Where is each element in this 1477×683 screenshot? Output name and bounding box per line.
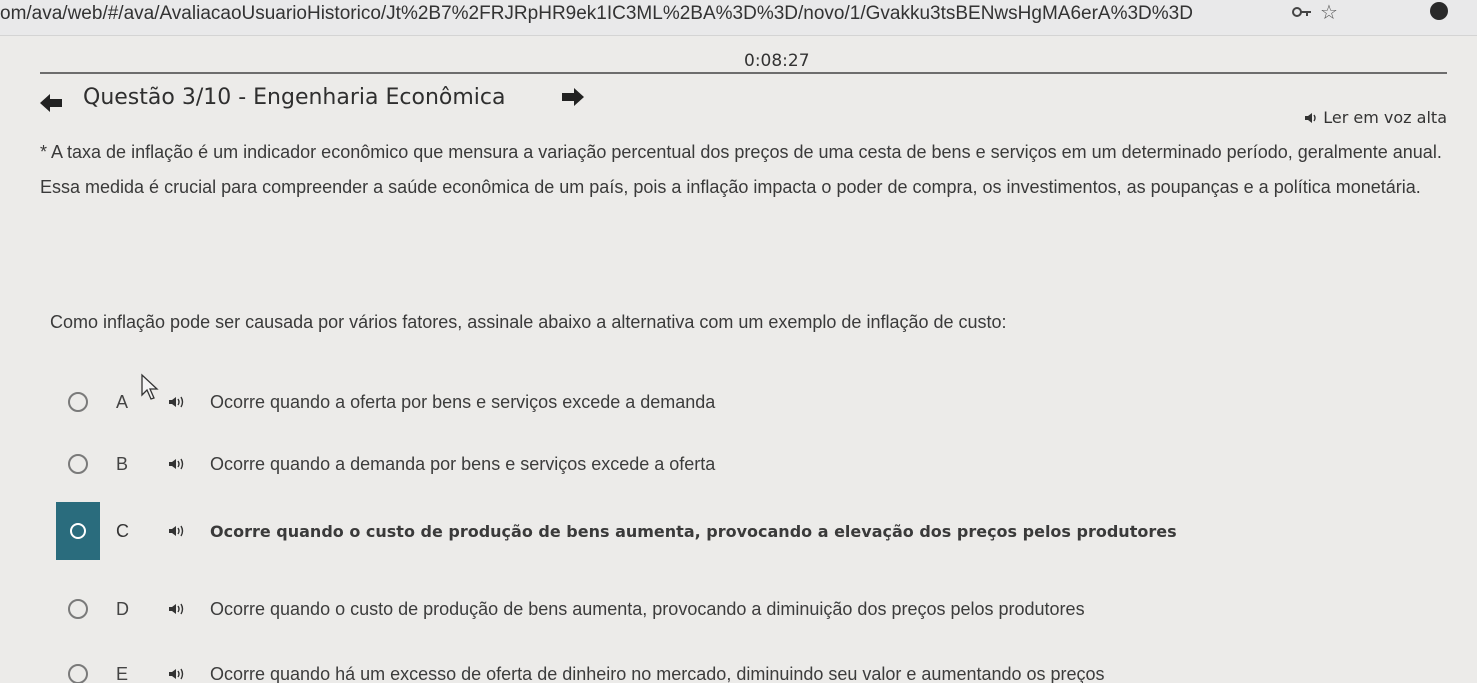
profile-icon[interactable] <box>1430 2 1448 20</box>
speaker-icon <box>1305 112 1316 123</box>
option-text: Ocorre quando a demanda por bens e servi… <box>210 453 716 474</box>
radio-wrap <box>56 645 100 683</box>
option-text: Ocorre quando o custo de produção de ben… <box>210 598 1085 619</box>
speaker-icon[interactable] <box>168 524 186 538</box>
radio-wrap <box>56 373 100 431</box>
radio-button[interactable] <box>68 392 88 412</box>
speaker-icon[interactable] <box>168 602 186 616</box>
read-aloud-button[interactable]: Ler em voz alta <box>1304 108 1447 127</box>
option-a[interactable]: A Ocorre quando a oferta por bens e serv… <box>56 373 1356 431</box>
radio-wrap-selected <box>56 502 100 560</box>
url-text[interactable]: om/ava/web/#/ava/AvaliacaoUsuarioHistori… <box>0 3 1193 25</box>
star-icon[interactable]: ☆ <box>1320 0 1338 24</box>
key-icon[interactable] <box>1291 3 1313 21</box>
radio-button[interactable] <box>68 454 88 474</box>
radio-button-selected[interactable] <box>70 523 86 539</box>
radio-wrap <box>56 435 100 493</box>
arrow-right-icon[interactable] <box>560 86 586 108</box>
arrow-left-icon[interactable] <box>38 92 64 114</box>
option-letter: C <box>116 520 129 541</box>
option-d[interactable]: D Ocorre quando o custo de produção de b… <box>56 580 1356 638</box>
option-b[interactable]: B Ocorre quando a demanda por bens e ser… <box>56 435 1356 493</box>
question-title: Questão 3/10 - Engenharia Econômica <box>83 85 506 110</box>
option-text: Ocorre quando a oferta por bens e serviç… <box>210 391 716 412</box>
timer: 0:08:27 <box>744 51 810 71</box>
option-letter: B <box>116 453 129 474</box>
option-letter: D <box>116 598 129 619</box>
radio-button[interactable] <box>68 599 88 619</box>
read-aloud-label: Ler em voz alta <box>1323 108 1447 127</box>
divider <box>40 72 1447 74</box>
option-letter: E <box>116 663 129 683</box>
browser-address-bar[interactable]: om/ava/web/#/ava/AvaliacaoUsuarioHistori… <box>0 0 1477 36</box>
option-e[interactable]: E Ocorre quando há um excesso de oferta … <box>56 645 1356 683</box>
option-text: Ocorre quando há um excesso de oferta de… <box>210 663 1105 683</box>
speaker-icon[interactable] <box>168 667 186 681</box>
option-c[interactable]: C Ocorre quando o custo de produção de b… <box>56 502 1356 560</box>
speaker-icon[interactable] <box>168 457 186 471</box>
question-statement: * A taxa de inflação é um indicador econ… <box>40 142 1442 197</box>
speaker-icon[interactable] <box>168 395 186 409</box>
option-letter: A <box>116 391 129 412</box>
radio-button[interactable] <box>68 664 88 683</box>
option-text: Ocorre quando o custo de produção de ben… <box>210 521 1177 541</box>
question-prompt: Como inflação pode ser causada por vário… <box>50 312 1007 332</box>
radio-wrap <box>56 580 100 638</box>
